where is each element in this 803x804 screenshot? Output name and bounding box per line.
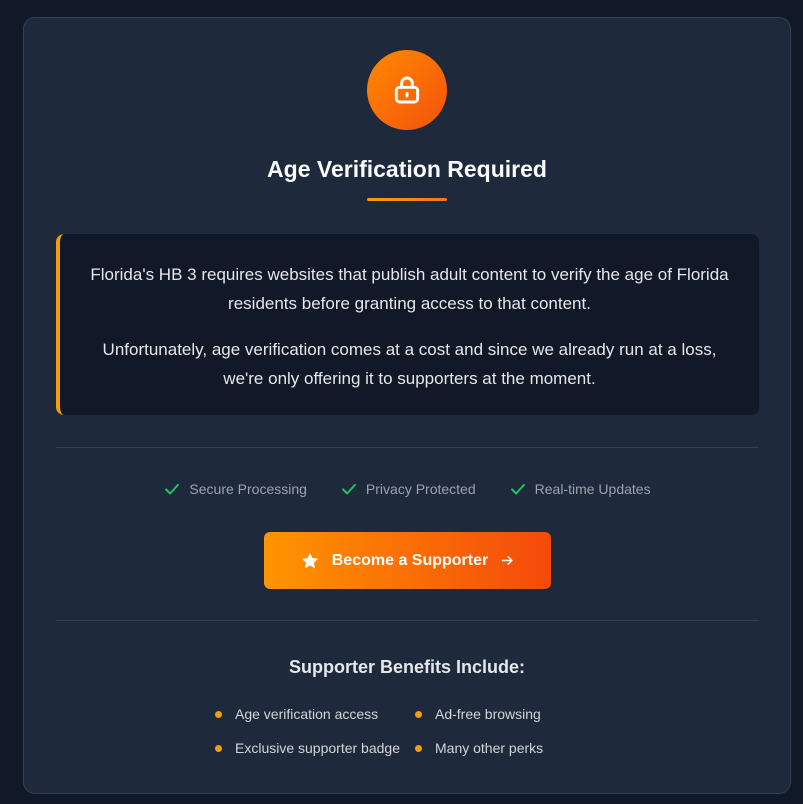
title-underline: [367, 198, 447, 201]
feature-label: Real-time Updates: [534, 481, 651, 497]
feature-label: Secure Processing: [189, 481, 307, 497]
benefit-item: Age verification access: [215, 706, 415, 722]
benefit-label: Age verification access: [235, 706, 379, 722]
become-supporter-button[interactable]: Become a Supporter: [264, 532, 551, 589]
star-icon: [301, 552, 318, 568]
benefits-list: Age verification access Ad-free browsing…: [215, 706, 575, 756]
benefit-item: Ad-free browsing: [415, 706, 575, 722]
lock-badge: [367, 50, 447, 130]
bullet-dot: [415, 744, 422, 752]
bullet-dot: [215, 744, 222, 752]
check-icon: [510, 483, 525, 495]
age-verification-card: Age Verification Required Florida's HB 3…: [23, 17, 791, 794]
divider-bottom: [56, 620, 759, 621]
page-title: Age Verification Required: [267, 156, 547, 182]
divider-top: [56, 447, 759, 448]
check-icon: [341, 483, 356, 495]
notice-paragraph-2: Unfortunately, age verification comes at…: [102, 340, 717, 388]
benefit-label: Ad-free browsing: [435, 706, 541, 722]
benefits-title: Supporter Benefits Include:: [288, 657, 526, 677]
bullet-dot: [415, 710, 422, 718]
benefit-item: Many other perks: [415, 740, 575, 756]
become-supporter-label: Become a Supporter: [331, 551, 489, 569]
check-icon: [165, 483, 180, 495]
feature-label: Privacy Protected: [365, 481, 476, 497]
benefit-label: Exclusive supporter badge: [235, 740, 400, 756]
bullet-dot: [215, 710, 222, 718]
features-row: Secure Processing Privacy Protected Real…: [24, 480, 790, 498]
notice-paragraph-1: Florida's HB 3 requires websites that pu…: [90, 265, 729, 313]
feature-realtime-updates: Real-time Updates: [509, 480, 651, 498]
feature-privacy-protected: Privacy Protected: [340, 480, 476, 498]
benefit-item: Exclusive supporter badge: [215, 740, 415, 756]
benefit-label: Many other perks: [435, 740, 544, 756]
arrow-right-icon: [501, 556, 513, 565]
feature-secure-processing: Secure Processing: [163, 480, 307, 498]
lock-icon: [394, 76, 420, 104]
notice-box: Florida's HB 3 requires websites that pu…: [56, 234, 759, 415]
